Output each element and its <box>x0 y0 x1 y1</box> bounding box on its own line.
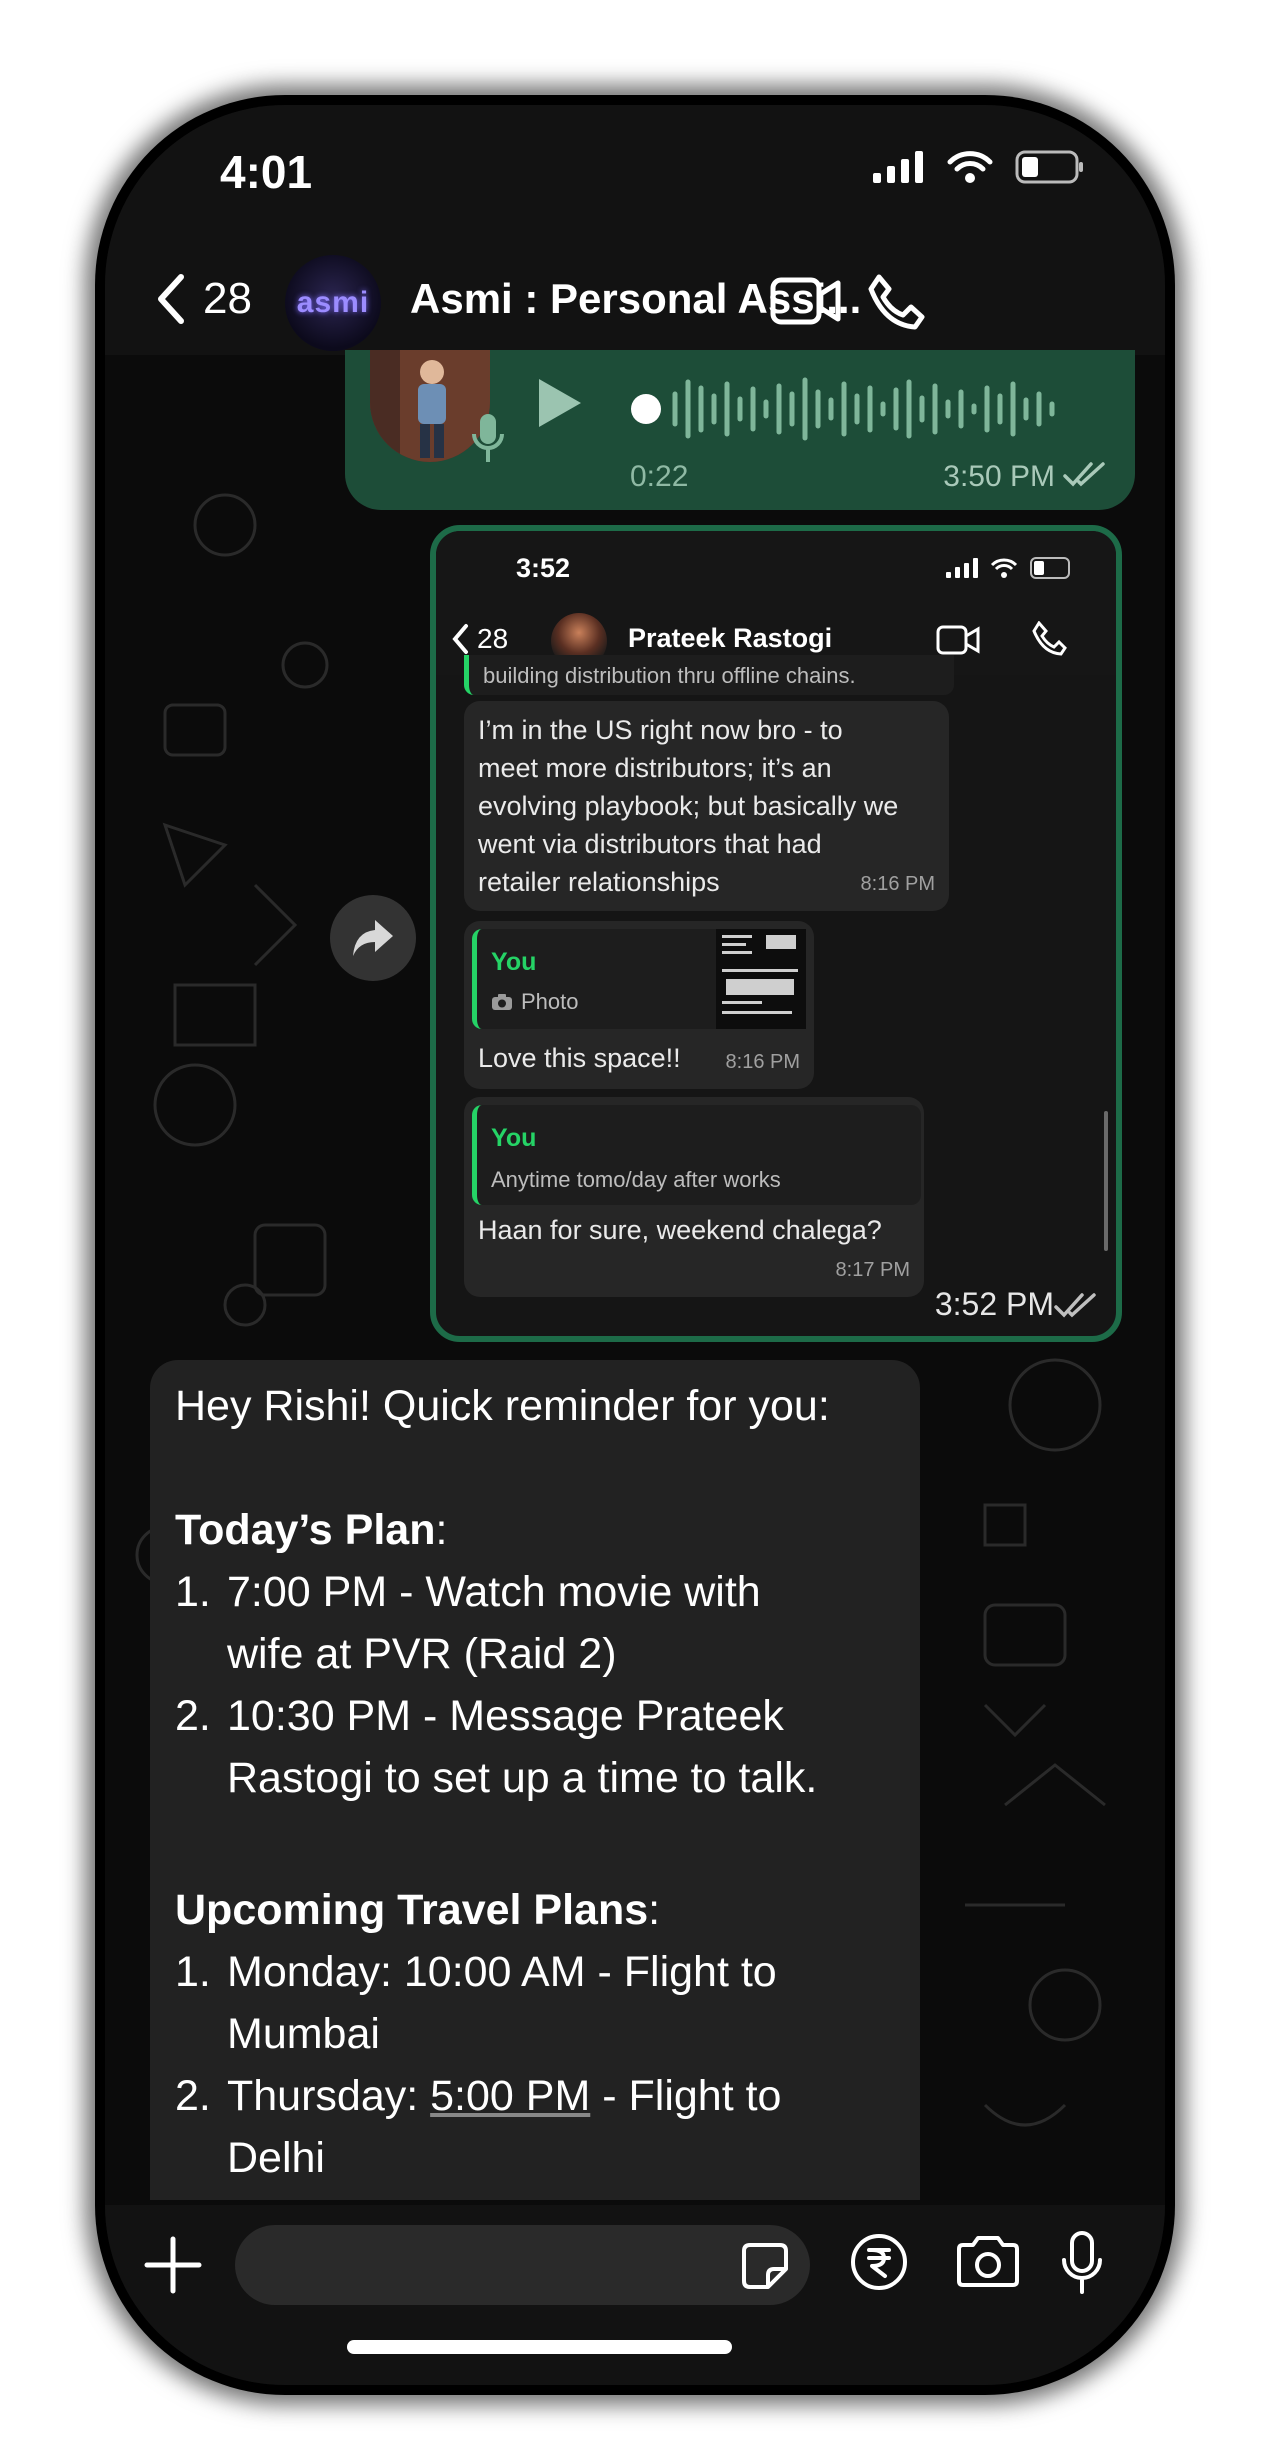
item-line: Delhi <box>227 2134 325 2182</box>
msg1-time: 8:16 PM <box>860 873 935 895</box>
screenshot-back: 28 <box>451 623 508 655</box>
item-number: 1. <box>175 1948 211 1996</box>
camera-icon <box>492 994 512 1010</box>
phone-call-icon <box>1032 621 1067 656</box>
voice-timestamp: 3:50 PM <box>943 460 1055 493</box>
today-item-2: 2. 10:30 PM - Message Prateek Rastogi to… <box>175 1685 905 1809</box>
photo-thumbnail <box>716 929 806 1029</box>
forward-arrow-icon <box>353 920 393 956</box>
msg3-text: Haan for sure, weekend chalega? <box>478 1215 882 1245</box>
wifi-icon <box>990 558 1018 578</box>
screenshot-message-3: You Anytime tomo/day after works Haan fo… <box>464 1097 924 1297</box>
screenshot-unread-count: 28 <box>477 623 509 654</box>
rupee-payment-icon[interactable] <box>850 2233 908 2291</box>
microphone-icon[interactable] <box>1060 2230 1104 2296</box>
travel-item-1: 1. Monday: 10:00 AM - Flight to Mumbai <box>175 1941 905 2065</box>
voice-mic-icon <box>472 414 504 462</box>
forward-button[interactable] <box>330 895 416 981</box>
voice-duration: 0:22 <box>630 460 689 493</box>
item-number: 2. <box>175 1692 211 1740</box>
composer-bar <box>105 2205 1165 2385</box>
screenshot-messages: building distribution thru offline chain… <box>436 655 1116 1336</box>
double-check-icon <box>1054 1293 1096 1318</box>
quote-text: Anytime tomo/day after works <box>491 1167 781 1192</box>
screenshot-status-time: 3:52 <box>516 553 571 583</box>
plus-icon[interactable] <box>143 2235 203 2295</box>
battery-icon <box>1015 150 1083 184</box>
screenshot-bubble-timestamp: 3:52 PM <box>934 1286 1054 1322</box>
signal-icon <box>946 558 978 578</box>
screen: 4:01 28 asmi Asmi: Personal Assi... 0:2… <box>105 105 1165 2385</box>
time-link[interactable]: 5:00 PM <box>430 2072 590 2120</box>
reminder-greeting: Hey Rishi! Quick reminder for you: <box>175 1382 830 1430</box>
item-line: 10:30 PM - Message Prateek <box>227 1692 784 1740</box>
voice-message-bubble[interactable]: 0:22 3:50 PM <box>345 350 1135 510</box>
play-icon[interactable] <box>535 375 585 431</box>
phone-frame: 4:01 28 asmi Asmi: Personal Assi... 0:2… <box>95 95 1175 2395</box>
item-line: Rastogi to set up a time to talk. <box>227 1754 818 1802</box>
screenshot-image-bubble[interactable]: 3:52 28 Prateek Rastogi building distrib… <box>430 525 1122 1342</box>
msg2-time: 8:16 PM <box>725 1051 800 1073</box>
wifi-icon <box>947 151 993 183</box>
item-text: - Flight to <box>590 2072 782 2120</box>
msg2-text: Love this space!! <box>478 1043 681 1073</box>
msg1-line: meet more distributors; it’s an <box>478 753 832 783</box>
item-number: 2. <box>175 2072 211 2120</box>
screenshot-partial-message: building distribution thru offline chain… <box>464 655 954 695</box>
item-line: 7:00 PM - Watch movie with <box>227 1568 761 1616</box>
partial-line: building distribution thru offline chain… <box>483 663 856 688</box>
msg1-line: retailer relationships <box>478 867 720 897</box>
item-line: wife at PVR (Raid 2) <box>227 1630 617 1678</box>
contact-avatar[interactable]: asmi <box>285 255 381 351</box>
camera-icon[interactable] <box>955 2235 1021 2289</box>
item-text: Thursday: <box>227 2072 431 2120</box>
signal-icon <box>873 151 923 183</box>
msg2-quote: You Photo <box>472 929 806 1029</box>
double-check-icon <box>1063 462 1105 487</box>
chevron-left-icon <box>452 624 468 654</box>
item-line: Mumbai <box>227 2010 380 2058</box>
home-indicator[interactable] <box>347 2340 732 2354</box>
message-input[interactable] <box>235 2225 810 2305</box>
item-number: 1. <box>175 1568 211 1616</box>
msg1-line: I’m in the US right now bro - to <box>478 715 843 745</box>
battery-icon <box>1030 557 1070 579</box>
back-button[interactable]: 28 <box>155 273 252 325</box>
status-time: 4:01 <box>220 146 313 198</box>
screenshot-status-bar: 3:52 <box>436 531 1116 603</box>
reminder-message-bubble[interactable]: Hey Rishi! Quick reminder for you: Today… <box>150 1360 920 2200</box>
travel-item-2: 2. Thursday: 5:00 PM - Flight to Delhi <box>175 2065 905 2189</box>
quote-author: You <box>491 1124 537 1152</box>
msg1-line: went via distributors that had <box>478 829 822 859</box>
video-call-icon[interactable] <box>770 277 842 325</box>
msg3-quote: You Anytime tomo/day after works <box>472 1105 921 1205</box>
chat-header: 28 asmi Asmi : Personal Assi... <box>105 245 1165 355</box>
msg3-time: 8:17 PM <box>835 1259 910 1281</box>
msg1-line: evolving playbook; but basically we <box>478 791 899 821</box>
video-call-icon <box>936 625 980 655</box>
phone-call-icon[interactable] <box>865 273 925 331</box>
audio-waveform[interactable] <box>630 374 1070 444</box>
chevron-left-icon <box>158 274 184 324</box>
status-bar: 4:01 <box>105 105 1165 245</box>
item-line: Monday: 10:00 AM - Flight to <box>227 1948 777 1996</box>
screenshot-contact-name: Prateek Rastogi <box>628 623 833 653</box>
today-plan-heading: Today’s Plan <box>175 1506 436 1554</box>
quote-text: Photo <box>521 989 579 1014</box>
today-item-1: 1. 7:00 PM - Watch movie with wife at PV… <box>175 1561 905 1685</box>
sticker-icon[interactable] <box>740 2241 790 2291</box>
screenshot-scrollbar <box>1104 1111 1108 1251</box>
quote-author: You <box>491 948 537 976</box>
avatar-logo-text: asmi <box>296 286 370 319</box>
screenshot-message-1: I’m in the US right now bro - to meet mo… <box>464 701 949 911</box>
screenshot-message-2: You Photo Love this space!! 8:16 PM <box>464 921 814 1089</box>
unread-count: 28 <box>203 274 252 323</box>
travel-plans-heading: Upcoming Travel Plans <box>175 1886 649 1934</box>
